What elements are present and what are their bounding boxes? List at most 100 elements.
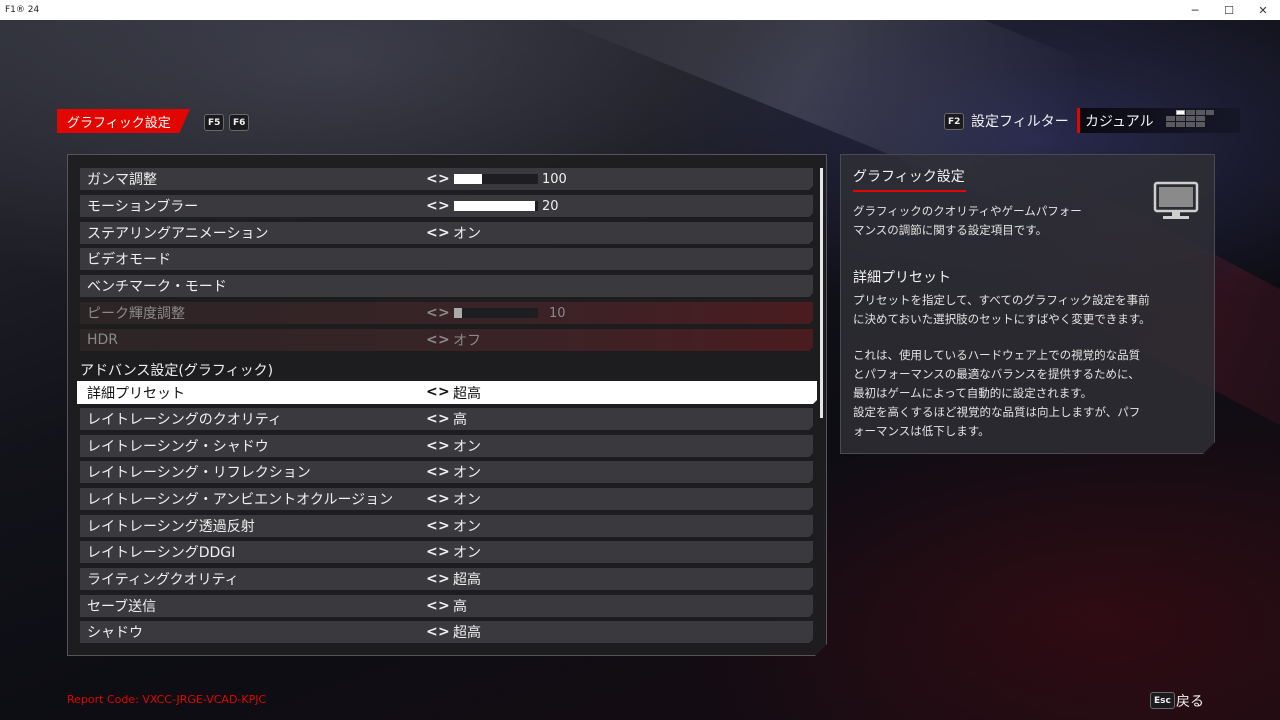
setting-label: レイトレーシングのクオリティ (87, 412, 282, 428)
setting-label: ベンチマーク・モード (87, 279, 227, 295)
setting-label: セーブ送信 (87, 599, 157, 615)
setting-label: ピーク輝度調整 (87, 306, 185, 322)
gamma-slider[interactable] (454, 174, 538, 184)
settings-filter-value[interactable]: カジュアル (1085, 111, 1154, 131)
arrow-right-icon[interactable]: > (438, 544, 448, 560)
setting-label: ライティングクオリティ (87, 572, 239, 588)
setting-row-peak-brightness: ピーク輝度調整 < > 10 (80, 302, 813, 324)
setting-row-hdr: HDR < > オフ (80, 329, 813, 351)
setting-label: レイトレーシングDDGI (87, 545, 236, 561)
arrow-left-icon[interactable]: < (426, 384, 436, 400)
window-titlebar: F1® 24 ─ ☐ ✕ (0, 0, 1280, 20)
setting-row-lighting-quality[interactable]: ライティングクオリティ < > 超高 (80, 568, 813, 590)
setting-row-steering-animation[interactable]: ステアリングアニメーション < > オン (80, 222, 813, 244)
arrow-right-icon[interactable]: > (438, 464, 448, 480)
arrow-right-icon[interactable]: > (438, 198, 448, 214)
setting-row-rt-ddgi[interactable]: レイトレーシングDDGI < > オン (80, 541, 813, 563)
setting-label: HDR (87, 332, 119, 348)
arrow-right-icon[interactable]: > (438, 384, 448, 400)
filter-level-grid-icon (1166, 110, 1214, 132)
arrow-left-icon[interactable]: < (426, 225, 436, 241)
setting-label: レイトレーシング・シャドウ (87, 439, 269, 455)
window-title: F1® 24 (5, 5, 40, 15)
close-button[interactable]: ✕ (1246, 0, 1280, 20)
motion-blur-slider[interactable] (454, 201, 538, 211)
setting-label: ガンマ調整 (87, 172, 157, 188)
info-sub-line: とパフォーマンスの最適なバランスを提供するために、 (853, 367, 1140, 381)
key-filter[interactable]: F2 (944, 113, 965, 130)
minimize-button[interactable]: ─ (1178, 0, 1212, 20)
arrow-right-icon[interactable]: > (438, 598, 448, 614)
monitor-icon (1153, 181, 1199, 219)
arrow-left-icon[interactable]: < (426, 598, 436, 614)
setting-label: シャドウ (87, 625, 143, 641)
arrow-right-icon[interactable]: > (438, 571, 448, 587)
arrow-right-icon[interactable]: > (438, 518, 448, 534)
arrow-right-icon[interactable]: > (438, 225, 448, 241)
arrow-left-icon[interactable]: < (426, 464, 436, 480)
slider-fill (454, 201, 535, 211)
setting-row-rt-reflections[interactable]: レイトレーシング・リフレクション < > オン (80, 461, 813, 483)
arrow-right-icon: > (438, 305, 450, 321)
advanced-section-header: アドバンス設定(グラフィック) (80, 363, 274, 379)
arrow-right-icon[interactable]: > (438, 411, 448, 427)
setting-value: オン (453, 545, 481, 561)
setting-label: ステアリングアニメーション (87, 226, 269, 242)
key-esc[interactable]: Esc (1150, 692, 1175, 709)
setting-row-benchmark-mode[interactable]: ベンチマーク・モード (80, 275, 813, 297)
arrow-left-icon[interactable]: < (426, 171, 436, 187)
arrow-left-icon[interactable]: < (426, 544, 436, 560)
setting-label: 詳細プリセット (87, 385, 185, 402)
report-code: Report Code: VXCC-JRGE-VCAD-KPJC (67, 693, 267, 706)
setting-value: 超高 (453, 385, 481, 402)
setting-row-motion-blur[interactable]: モーションブラー < > 20 (80, 195, 813, 217)
setting-label: レイトレーシング・リフレクション (87, 465, 311, 481)
slider-value: 100 (542, 171, 567, 187)
back-button[interactable]: 戻る (1176, 691, 1204, 711)
arrow-left-icon[interactable]: < (426, 438, 436, 454)
arrow-left-icon[interactable]: < (426, 624, 436, 640)
setting-row-video-mode[interactable]: ビデオモード (80, 248, 813, 270)
arrow-right-icon[interactable]: > (438, 491, 448, 507)
key-prev-tab[interactable]: F5 (204, 114, 225, 131)
info-desc-line: グラフィックのクオリティやゲームパフォー (853, 204, 1082, 218)
arrow-left-icon: < (426, 332, 438, 348)
setting-value: オン (453, 226, 481, 242)
setting-label: レイトレーシング透過反射 (87, 519, 255, 535)
maximize-button[interactable]: ☐ (1212, 0, 1246, 20)
tab-graphics-settings[interactable]: グラフィック設定 (57, 109, 190, 133)
arrow-left-icon: < (426, 305, 438, 321)
setting-row-gamma[interactable]: ガンマ調整 < > 100 (80, 168, 813, 190)
slider-value: 10 (549, 305, 566, 321)
setting-value: オン (453, 439, 481, 455)
setting-value: オン (453, 465, 481, 481)
settings-filter-divider (1077, 108, 1080, 133)
setting-row-rt-quality[interactable]: レイトレーシングのクオリティ < > 高 (80, 408, 813, 430)
settings-filter-label: 設定フィルター (971, 114, 1069, 130)
setting-label: レイトレーシング・アンビエントオクルージョン (87, 492, 394, 508)
settings-scrollbar[interactable] (820, 168, 823, 418)
info-title-underline (853, 190, 966, 192)
arrow-left-icon[interactable]: < (426, 491, 436, 507)
info-sub-line: ォーマンスは低下します。 (853, 424, 990, 438)
setting-row-detail-preset[interactable]: 詳細プリセット < > 超高 (77, 381, 817, 404)
arrow-right-icon[interactable]: > (438, 171, 448, 187)
setting-value: 高 (453, 599, 467, 615)
arrow-left-icon[interactable]: < (426, 518, 436, 534)
setting-row-rt-shadows[interactable]: レイトレーシング・シャドウ < > オン (80, 435, 813, 457)
setting-row-rt-ambient-occlusion[interactable]: レイトレーシング・アンビエントオクルージョン < > オン (80, 488, 813, 510)
arrow-right-icon[interactable]: > (438, 438, 448, 454)
info-desc-line: マンスの調節に関する設定項目です。 (853, 223, 1048, 237)
info-subtitle: 詳細プリセット (853, 270, 951, 286)
setting-row-shadows[interactable]: シャドウ < > 超高 (80, 621, 813, 643)
arrow-left-icon[interactable]: < (426, 571, 436, 587)
arrow-right-icon[interactable]: > (438, 624, 448, 640)
info-sub-line: 設定を高くするほど視覚的な品質は向上しますが、パフ (853, 405, 1141, 419)
setting-row-rt-transparent-reflections[interactable]: レイトレーシング透過反射 < > オン (80, 515, 813, 537)
arrow-left-icon[interactable]: < (426, 411, 436, 427)
setting-value: 超高 (453, 572, 481, 588)
info-sub-line: これは、使用しているハードウェア上での視覚的な品質 (853, 348, 1141, 362)
setting-row-save-send[interactable]: セーブ送信 < > 高 (80, 595, 813, 617)
key-next-tab[interactable]: F6 (229, 114, 250, 131)
arrow-left-icon[interactable]: < (426, 198, 436, 214)
